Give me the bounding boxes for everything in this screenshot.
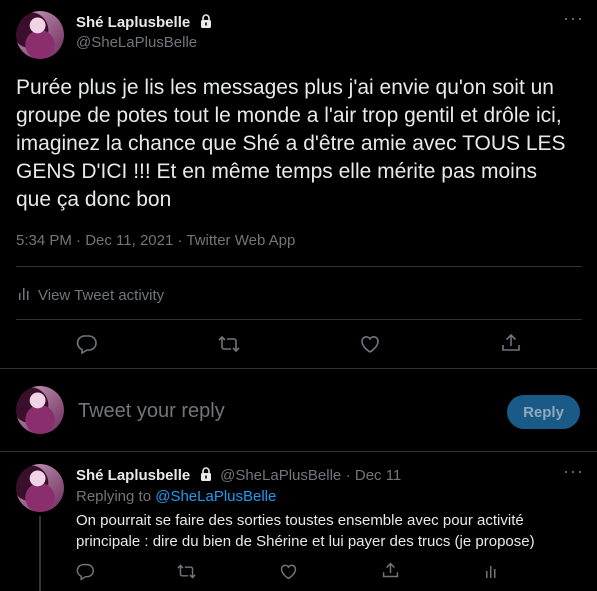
- divider: [0, 368, 597, 369]
- reply-icon[interactable]: [76, 333, 98, 355]
- reply-display-name[interactable]: Shé Laplusbelle: [76, 467, 190, 484]
- reply-text: On pourrait se faire des sorties toustes…: [76, 512, 535, 550]
- lock-icon: [198, 13, 214, 34]
- composer-avatar: [16, 386, 64, 434]
- retweet-icon[interactable]: [176, 562, 197, 581]
- reply-author-avatar[interactable]: [16, 464, 64, 512]
- author-display-name[interactable]: Shé Laplusbelle: [76, 14, 190, 31]
- tweet-text: Purée plus je lis les messages plus j'ai…: [16, 76, 566, 211]
- divider: [16, 266, 582, 267]
- share-icon[interactable]: [500, 332, 522, 354]
- author-handle[interactable]: @SheLaPlusBelle: [76, 34, 197, 51]
- lock-icon: [198, 466, 214, 487]
- like-icon[interactable]: [279, 562, 298, 581]
- reply-input[interactable]: Tweet your reply: [78, 400, 225, 423]
- reply-author-row[interactable]: Shé Laplusbelle @SheLaPlusBelle · Dec 11: [76, 466, 401, 487]
- reply-icon[interactable]: [76, 562, 95, 581]
- activity-icon[interactable]: [483, 563, 499, 579]
- replying-prefix: Replying to: [76, 488, 152, 505]
- author-avatar[interactable]: [16, 11, 64, 59]
- reply-handle[interactable]: @SheLaPlusBelle: [220, 467, 341, 484]
- tweet-timestamp[interactable]: 5:34 PM · Dec 11, 2021 · Twitter Web App: [16, 232, 295, 249]
- reply-date[interactable]: · Dec 11: [346, 467, 402, 484]
- more-icon[interactable]: ···: [563, 462, 584, 480]
- activity-icon: [16, 285, 32, 306]
- more-icon[interactable]: ···: [563, 9, 584, 27]
- share-icon[interactable]: [381, 561, 400, 580]
- replying-to-link[interactable]: @SheLaPlusBelle: [155, 488, 276, 505]
- retweet-icon[interactable]: [217, 333, 241, 355]
- replying-to: Replying to @SheLaPlusBelle: [76, 488, 276, 505]
- activity-label: View Tweet activity: [38, 287, 165, 304]
- divider: [16, 319, 582, 320]
- like-icon[interactable]: [359, 333, 381, 355]
- divider: [0, 451, 597, 452]
- thread-line: [39, 516, 41, 591]
- reply-button[interactable]: Reply: [507, 395, 580, 429]
- author-info[interactable]: Shé Laplusbelle: [76, 13, 214, 34]
- view-activity-link[interactable]: View Tweet activity: [16, 285, 164, 306]
